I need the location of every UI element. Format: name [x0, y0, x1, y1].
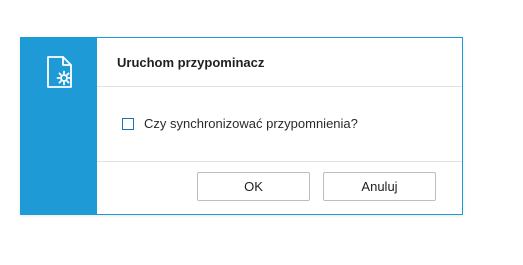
- sync-reminders-checkbox[interactable]: [122, 117, 134, 130]
- dialog-body: Czy synchronizować przypomnienia?: [97, 87, 462, 162]
- document-gear-icon: [42, 54, 78, 90]
- remind-dialog: Uruchom przypominacz Czy synchronizować …: [20, 37, 463, 215]
- dialog-title: Uruchom przypominacz: [117, 54, 265, 70]
- dialog-footer: OK Anuluj: [97, 162, 462, 214]
- ok-button[interactable]: OK: [197, 172, 310, 201]
- dialog-header: Uruchom przypominacz: [97, 38, 462, 87]
- dialog-sidebar: [21, 38, 97, 214]
- cancel-button[interactable]: Anuluj: [323, 172, 436, 201]
- sync-reminders-option[interactable]: Czy synchronizować przypomnienia?: [122, 116, 358, 131]
- sync-reminders-label[interactable]: Czy synchronizować przypomnienia?: [144, 116, 358, 131]
